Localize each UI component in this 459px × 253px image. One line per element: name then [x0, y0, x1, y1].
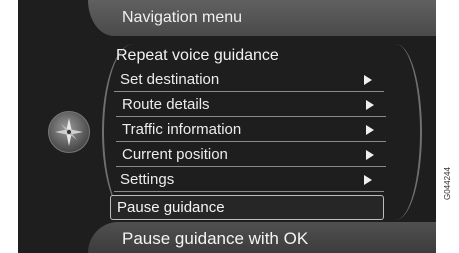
arrow-right-icon — [366, 150, 374, 160]
arrow-right-icon — [366, 100, 374, 110]
menu-item-label: Current position — [122, 146, 228, 163]
menu-item-label: Route details — [122, 96, 210, 113]
arrow-right-icon — [366, 125, 374, 135]
nav-screen: Navigation menu Repeat voice guidance Se… — [18, 0, 436, 253]
menu-item-set-destination[interactable]: Set destination — [114, 68, 384, 92]
page-title: Navigation menu — [122, 9, 243, 26]
arrow-right-icon — [364, 75, 372, 85]
menu-item-label: Set destination — [120, 71, 220, 88]
figure-code: G044244 — [443, 167, 452, 200]
menu-item-pause-guidance[interactable]: Pause guidance — [110, 195, 384, 220]
menu-item-label: Settings — [120, 171, 175, 188]
menu-item-settings[interactable]: Settings — [114, 168, 384, 192]
menu-item-current-position[interactable]: Current position — [116, 143, 386, 167]
menu-item-label: Traffic information — [122, 121, 242, 138]
menu-item-traffic-information[interactable]: Traffic information — [116, 118, 386, 142]
menu-heading[interactable]: Repeat voice guidance — [116, 47, 279, 65]
footer-hint: Pause guidance with OK — [122, 229, 309, 248]
menu-item-route-details[interactable]: Route details — [116, 93, 386, 117]
arrow-right-icon — [364, 175, 372, 185]
menu-item-label: Pause guidance — [117, 199, 225, 216]
compass-icon — [48, 111, 90, 153]
